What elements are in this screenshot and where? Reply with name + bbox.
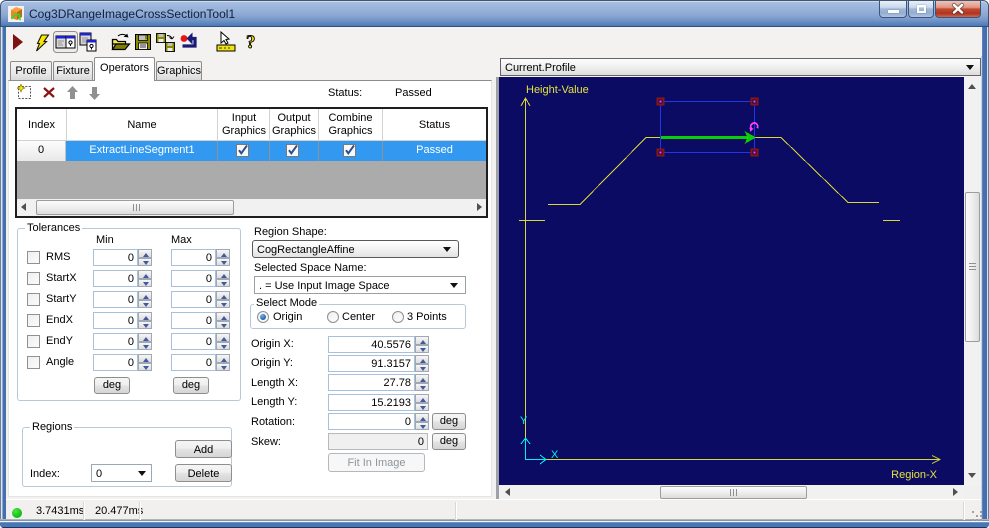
svg-text:X: X xyxy=(551,449,559,461)
svg-text:Region-X: Region-X xyxy=(891,469,938,481)
svg-text:Height-Value: Height-Value xyxy=(526,84,589,96)
svg-text:Y: Y xyxy=(520,415,528,427)
svg-text:?: ? xyxy=(246,32,256,53)
